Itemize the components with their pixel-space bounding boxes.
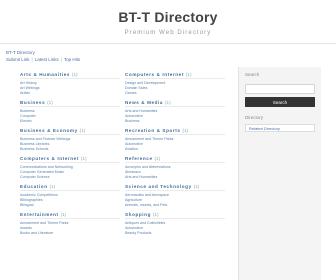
category-title[interactable]: Science and Technology (1) <box>125 184 225 191</box>
category-count: (1) <box>193 184 200 189</box>
category-title[interactable]: Recreation & Sports (1) <box>125 128 225 135</box>
subcategory-link[interactable]: Electric <box>20 119 120 124</box>
nav-separator: | <box>60 57 62 62</box>
category-reference: Reference (1) Acronyms and Abbreviations… <box>125 156 225 180</box>
category-count: (1) <box>47 100 53 105</box>
category-count: (1) <box>60 212 67 217</box>
subcategory-link[interactable]: Games <box>125 91 225 96</box>
category-name[interactable]: Business & Economy <box>20 128 78 133</box>
category-name[interactable]: Education <box>20 184 48 189</box>
category-name[interactable]: Entertainment <box>20 212 59 217</box>
category-count: (1) <box>164 100 171 105</box>
category-name[interactable]: Recreation & Sports <box>125 128 181 133</box>
category-name[interactable]: News & Media <box>125 100 163 105</box>
search-input[interactable] <box>245 84 315 94</box>
category-title[interactable]: Computers & Internet (1) <box>125 72 225 79</box>
site-title[interactable]: BT-T Directory <box>0 9 336 25</box>
category-name[interactable]: Computers & Internet <box>125 72 184 77</box>
category-arts: Arts & Humanities (1) Art History Art Web… <box>20 72 120 96</box>
category-computers: Computers & Internet (1) Design and Deve… <box>125 72 225 96</box>
category-name[interactable]: Arts & Humanities <box>20 72 70 77</box>
category-name[interactable]: Business <box>20 100 45 105</box>
top-nav: Submit Link | Latest Links | Top Hits <box>6 57 80 62</box>
category-title[interactable]: Reference (1) <box>125 156 225 163</box>
category-title[interactable]: Arts & Humanities (1) <box>20 72 120 79</box>
category-name[interactable]: Science and Technology <box>125 184 192 189</box>
category-count: (1) <box>80 156 87 161</box>
category-title[interactable]: Shopping (1) <box>125 212 225 219</box>
related-directory-link[interactable]: Related Directory <box>245 124 315 132</box>
subcategory-link[interactable]: Animals, Insects, and Pets <box>125 203 225 208</box>
category-count: (1) <box>79 128 86 133</box>
subcategory-link[interactable]: Bilingual <box>20 203 120 208</box>
site-subtitle: Premium Web Directory <box>124 30 212 36</box>
breadcrumb[interactable]: BT-T Directory <box>6 50 35 55</box>
subcategory-link[interactable]: Aviation <box>125 147 225 152</box>
category-title[interactable]: Entertainment (1) <box>20 212 120 219</box>
category-title[interactable]: News & Media (1) <box>125 100 225 107</box>
category-count: (1) <box>71 72 78 77</box>
category-title[interactable]: Education (1) <box>20 184 120 191</box>
category-business-economy: Business & Economy (1) Business and Fina… <box>20 128 120 152</box>
directory-label: Directory <box>245 115 264 120</box>
category-recreation: Recreation & Sports (1) Amusement and Th… <box>125 128 225 152</box>
subcategory-link[interactable]: Beauty Products <box>125 231 225 236</box>
site-header: BT-T Directory Premium Web Directory <box>0 0 336 44</box>
category-count: (1) <box>182 128 189 133</box>
category-count: (1) <box>49 184 56 189</box>
subcategory-link[interactable]: Computer Science <box>20 175 120 180</box>
category-name[interactable]: Shopping <box>125 212 151 217</box>
category-count: (1) <box>154 156 161 161</box>
category-name[interactable]: Reference <box>125 156 153 161</box>
subcategory-link[interactable]: Artists <box>20 91 120 96</box>
subcategory-link[interactable]: Books and Literature <box>20 231 120 236</box>
subcategory-link[interactable]: Business <box>125 119 225 124</box>
category-news-media: News & Media (1) Arts and Humanities Auto… <box>125 100 225 124</box>
category-science: Science and Technology (1) Aeronautics a… <box>125 184 225 208</box>
category-title[interactable]: Business (1) <box>20 100 120 107</box>
category-title[interactable]: Computers & Internet (1) <box>20 156 120 163</box>
category-education: Education (1) Academic Competitions Bibli… <box>20 184 120 208</box>
category-count: (1) <box>185 72 192 77</box>
category-title[interactable]: Business & Economy (1) <box>20 128 120 135</box>
top-hits[interactable]: Top Hits <box>64 57 80 62</box>
category-shopping: Shopping (1) Antiques and Collectibles Au… <box>125 212 225 236</box>
category-business: Business (1) Business Computer Electric <box>20 100 120 124</box>
category-name[interactable]: Computers & Internet <box>20 156 79 161</box>
subcategory-link[interactable]: Arts and Humanities <box>125 175 225 180</box>
category-computers-internet: Computers & Internet (1) Communications … <box>20 156 120 180</box>
search-button[interactable]: Search <box>245 97 315 107</box>
category-entertainment: Entertainment (1) Amusement and Theme Pa… <box>20 212 120 236</box>
subcategory-link[interactable]: Business Schools <box>20 147 120 152</box>
category-count: (1) <box>152 212 159 217</box>
latest-links[interactable]: Latest Links <box>35 57 59 62</box>
sidebar: Search Search Directory Related Director… <box>238 67 321 280</box>
search-label: Search <box>245 72 260 77</box>
submit-link[interactable]: Submit Link <box>6 57 30 62</box>
nav-separator: | <box>31 57 33 62</box>
